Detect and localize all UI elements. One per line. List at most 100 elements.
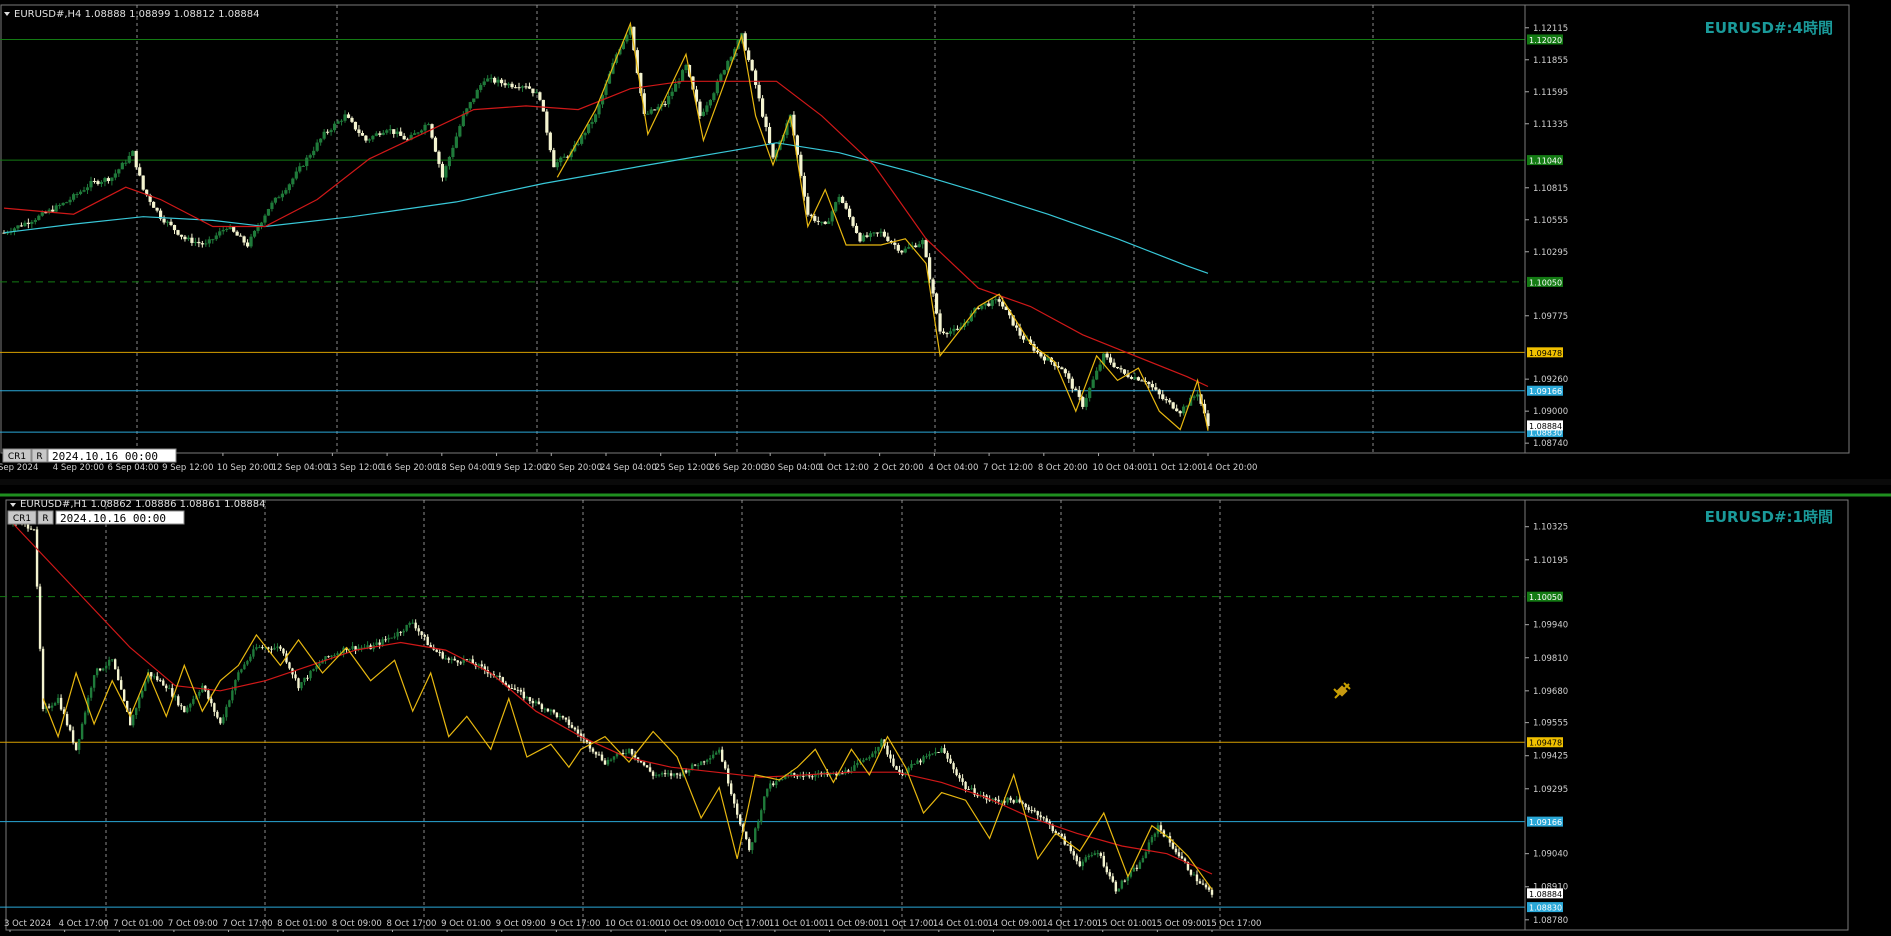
time-tick-label: Sep 2024 (0, 463, 38, 473)
candle-body (667, 95, 671, 105)
candle-body (790, 773, 793, 776)
candle-body (156, 676, 159, 681)
candle-body (420, 631, 423, 635)
candle-body (371, 135, 375, 140)
candle-body (1090, 855, 1093, 857)
candle-body (263, 215, 267, 223)
satellite-icon[interactable] (1333, 682, 1351, 699)
candle-body (919, 760, 922, 763)
candle-body (545, 111, 549, 133)
h1-crosshair-toolbar[interactable]: CR1 R 2024.10.16 00:00 (7, 510, 185, 525)
candle-body (1009, 797, 1012, 801)
candle-body (186, 237, 191, 240)
candle-body (712, 93, 716, 100)
candle-body (880, 739, 883, 747)
candle-body (74, 742, 78, 750)
candle-body (591, 748, 595, 752)
candle-body (101, 668, 105, 671)
candle-body (82, 190, 86, 192)
last-price-tag-label: 1.08884 (1529, 890, 1562, 899)
h4-chart-panel[interactable]: 1.12115 1.11855 1.11595 1.11335 1.10815 1.105… (0, 4, 1891, 478)
candle-body (952, 328, 956, 332)
candle-body (970, 788, 973, 790)
candle-body (967, 789, 970, 791)
candle-body (183, 706, 186, 713)
candle-body (922, 756, 925, 763)
candle-body (567, 719, 571, 726)
time-tick-label: 14 Oct 17:00 (1042, 919, 1097, 929)
candle-body (952, 763, 955, 770)
candle-body (813, 216, 817, 221)
candle-body (893, 242, 897, 245)
candle-body (444, 166, 448, 178)
candle-body (246, 660, 249, 665)
candle-body (720, 749, 724, 762)
candle-body (475, 89, 479, 99)
candle-body (213, 703, 216, 712)
h1-chart-panel[interactable]: 1.10325 1.10195 1.09940 1.09810 1.09680 1.095… (0, 499, 1849, 933)
candle-body (1072, 851, 1075, 856)
candle-body (438, 652, 441, 654)
candle-body (288, 662, 291, 669)
candle-body (1133, 377, 1137, 379)
candle-body (871, 753, 874, 758)
time-tick-label: 10 Oct 09:00 (660, 919, 715, 929)
h4-crosshair-toolbar[interactable]: CR1 R 2024.10.16 00:00 (2, 448, 177, 463)
h4-chart-background (0, 4, 1891, 478)
candle-body (237, 672, 240, 681)
candle-body (1136, 377, 1141, 381)
candle-body (23, 222, 27, 227)
candle-body (1081, 396, 1085, 407)
candle-body (141, 175, 145, 190)
candle-body (730, 783, 733, 795)
candle-body (61, 202, 65, 206)
candle-body (33, 219, 37, 222)
candle-body (750, 59, 754, 71)
candle-body (159, 680, 162, 682)
candle-body (19, 225, 23, 227)
candle-body (496, 79, 500, 83)
candle-body (987, 303, 991, 306)
price-tick-label: 1.08740 (1533, 439, 1568, 449)
candle-body (273, 197, 278, 203)
candle-body (256, 226, 260, 231)
candle-body (520, 86, 525, 88)
candle-body (1182, 406, 1186, 414)
candle-body (552, 709, 556, 713)
candle-body (1108, 357, 1113, 363)
collapse-triangle-icon[interactable] (10, 503, 16, 507)
candle-body (207, 690, 210, 699)
h4-header: EURUSD#,H4 1.08888 1.08899 1.08812 1.088… (4, 9, 260, 20)
candle-body (1122, 369, 1127, 374)
price-tick-label: 1.09260 (1533, 375, 1568, 385)
trading-terminal-charts[interactable]: 1.12115 1.11855 1.11595 1.11335 1.10815 1.105… (0, 0, 1891, 933)
time-tick-label: 11 Oct 17:00 (878, 919, 933, 929)
h1-grid (105, 500, 1221, 930)
candle-body (757, 84, 761, 99)
candle-body (564, 717, 568, 720)
candle-body (180, 705, 183, 707)
candle-body (994, 798, 997, 800)
candle-body (763, 796, 766, 811)
time-tick-label: 30 Sep 04:00 (764, 463, 821, 473)
candle-body (176, 230, 180, 235)
candle-body (231, 690, 234, 701)
candle-body (30, 221, 34, 224)
h4-header-text: EURUSD#,H4 1.08888 1.08899 1.08812 1.088… (14, 9, 260, 20)
candle-body (955, 769, 958, 776)
candle-body (440, 163, 445, 178)
candle-body (680, 70, 685, 82)
time-tick-label: 8 Oct 17:00 (386, 919, 436, 929)
candle-body (261, 647, 264, 649)
candle-body (228, 226, 232, 229)
panel-divider[interactable] (0, 479, 1891, 485)
candle-body (198, 691, 201, 696)
price-tick-label: 1.10815 (1533, 184, 1568, 194)
candle-body (447, 156, 452, 167)
candle-body (1132, 867, 1136, 872)
candle-body (1161, 394, 1165, 400)
candle-body (414, 622, 417, 629)
candle-body (68, 725, 72, 731)
candle-body (847, 770, 850, 772)
candle-body (767, 126, 772, 144)
